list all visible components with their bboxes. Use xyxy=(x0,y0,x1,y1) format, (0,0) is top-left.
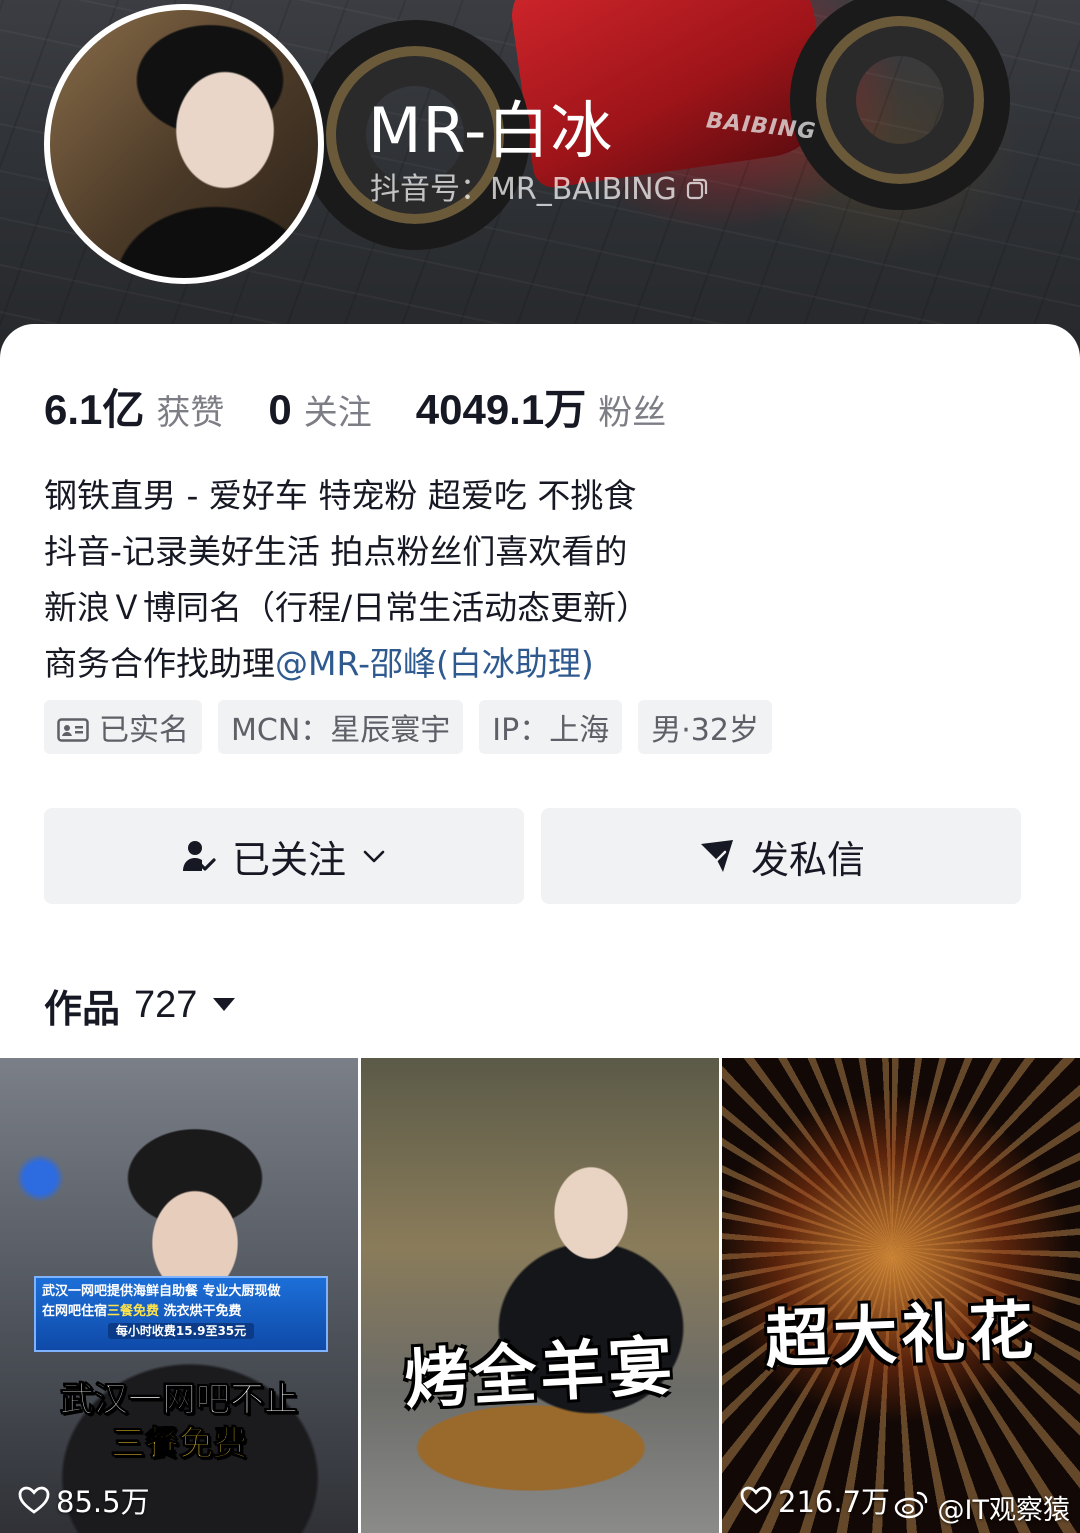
following-button-label: 已关注 xyxy=(231,837,346,882)
send-icon xyxy=(697,836,737,876)
avatar[interactable] xyxy=(44,4,324,284)
bio-line: 新浪Ｖ博同名（行程/日常生活动态更新） xyxy=(44,588,650,627)
id-card-icon xyxy=(57,715,89,742)
stat-likes-label: 获赞 xyxy=(156,393,225,433)
news-line: 武汉一网吧提供海鲜自助餐 专业大厨现做 xyxy=(42,1283,320,1301)
profile-sheet: 6.1亿 获赞 0 关注 4049.1万 粉丝 钢铁直男 - 爱好车 特宠粉 超… xyxy=(0,324,1080,1533)
following-button[interactable]: 已关注 xyxy=(44,808,524,904)
bio-line: 钢铁直男 - 爱好车 特宠粉 超爱吃 不挑食 xyxy=(44,476,637,515)
copy-icon[interactable] xyxy=(685,174,709,200)
profile-nickname: MR-白冰 xyxy=(368,94,614,167)
video-tile[interactable]: 烤全羊宴 xyxy=(361,1058,719,1533)
bio-line: 抖音-记录美好生活 拍点粉丝们喜欢看的 xyxy=(44,532,628,571)
caret-down-icon xyxy=(211,994,237,1018)
stat-likes: 6.1亿 获赞 xyxy=(44,376,224,437)
watermark-text: @IT观察猿 xyxy=(937,1495,1070,1526)
bio-line: 商务合作找助理@MR-邵峰(白冰助理) xyxy=(44,636,1044,692)
stat-likes-value: 6.1亿 xyxy=(44,386,145,433)
profile-actions: 已关注 发私信 xyxy=(44,808,1021,904)
tag-mcn[interactable]: MCN：星辰寰宇 xyxy=(218,700,464,754)
bio-text: 商务合作找助理 xyxy=(44,644,275,683)
stats-row: 6.1亿 获赞 0 关注 4049.1万 粉丝 xyxy=(44,376,710,437)
video-likes: 216.7万 xyxy=(740,1479,890,1521)
profile-banner: BAIBING MR-白冰 抖音号：MR_BAIBING xyxy=(0,0,1080,360)
stat-following-value: 0 xyxy=(268,386,292,433)
news-highlight: 三餐免费 xyxy=(107,1304,160,1319)
tag-ip-label: IP：上海 xyxy=(492,713,610,748)
stat-following-label: 关注 xyxy=(303,393,372,433)
tag-gender-age-label: 男·32岁 xyxy=(651,713,759,748)
video-caption: 武汉一网吧不止 xyxy=(60,1380,299,1421)
video-caption: 超大礼花 xyxy=(764,1294,1039,1378)
video-grid: 武汉一网吧提供海鲜自助餐 专业大厨现做 在网吧住宿三餐免费 洗衣烘干免费 每小时… xyxy=(0,1058,1080,1533)
works-count: 727 xyxy=(134,984,198,1026)
news-text: 武汉一网吧提供海鲜自助餐 xyxy=(42,1284,199,1299)
video-tile[interactable]: 武汉一网吧提供海鲜自助餐 专业大厨现做 在网吧住宿三餐免费 洗衣烘干免费 每小时… xyxy=(0,1058,358,1533)
douyin-id-row[interactable]: 抖音号：MR_BAIBING xyxy=(370,164,709,208)
video-caption: 烤全羊宴 xyxy=(402,1329,679,1419)
profile-bio: 钢铁直男 - 爱好车 特宠粉 超爱吃 不挑食 抖音-记录美好生活 拍点粉丝们喜欢… xyxy=(44,468,1044,692)
stat-following[interactable]: 0 关注 xyxy=(268,385,371,434)
stat-followers-label: 粉丝 xyxy=(598,393,667,433)
tag-ip: IP：上海 xyxy=(479,700,623,754)
heart-icon xyxy=(18,1485,50,1515)
weibo-watermark: @IT观察猿 xyxy=(894,1488,1070,1527)
video-likes: 85.5万 xyxy=(18,1479,150,1521)
profile-tags: 已实名 MCN：星辰寰宇 IP：上海 男·32岁 xyxy=(44,700,772,754)
works-tab[interactable]: 作品 727 xyxy=(44,978,237,1033)
news-text: 专业大厨现做 xyxy=(198,1284,281,1299)
assistant-mention-link[interactable]: @MR-邵峰(白冰助理) xyxy=(275,644,594,683)
news-text: 洗衣烘干免费 xyxy=(159,1304,242,1319)
tag-gender-age: 男·32岁 xyxy=(638,700,772,754)
weibo-logo-icon xyxy=(894,1489,930,1526)
news-price-pill: 每小时收费15.9至35元 xyxy=(107,1323,255,1339)
stat-followers[interactable]: 4049.1万 粉丝 xyxy=(416,376,666,437)
news-line: 在网吧住宿三餐免费 洗衣烘干免费 xyxy=(42,1303,320,1321)
video-likes-count: 85.5万 xyxy=(56,1485,150,1519)
heart-icon xyxy=(740,1485,772,1515)
message-button[interactable]: 发私信 xyxy=(541,808,1021,904)
news-text: 在网吧住宿 xyxy=(42,1304,108,1319)
tag-verified-label: 已实名 xyxy=(99,713,189,748)
douyin-id-text: 抖音号：MR_BAIBING xyxy=(370,172,677,207)
chevron-down-icon xyxy=(360,842,388,870)
video-caption-highlight: 三餐免费 xyxy=(111,1424,248,1465)
motorcycle-front-wheel xyxy=(790,0,1010,210)
video-likes-count: 216.7万 xyxy=(778,1485,891,1519)
video-tile[interactable]: 超大礼花 216.7万 xyxy=(722,1058,1080,1533)
stat-followers-value: 4049.1万 xyxy=(415,386,587,433)
user-check-icon xyxy=(180,837,218,875)
tag-verified[interactable]: 已实名 xyxy=(44,700,202,754)
tag-mcn-label: MCN：星辰寰宇 xyxy=(231,713,451,748)
message-button-label: 发私信 xyxy=(750,837,865,882)
news-banner: 武汉一网吧提供海鲜自助餐 专业大厨现做 在网吧住宿三餐免费 洗衣烘干免费 每小时… xyxy=(34,1276,328,1352)
works-title: 作品 xyxy=(44,987,121,1031)
